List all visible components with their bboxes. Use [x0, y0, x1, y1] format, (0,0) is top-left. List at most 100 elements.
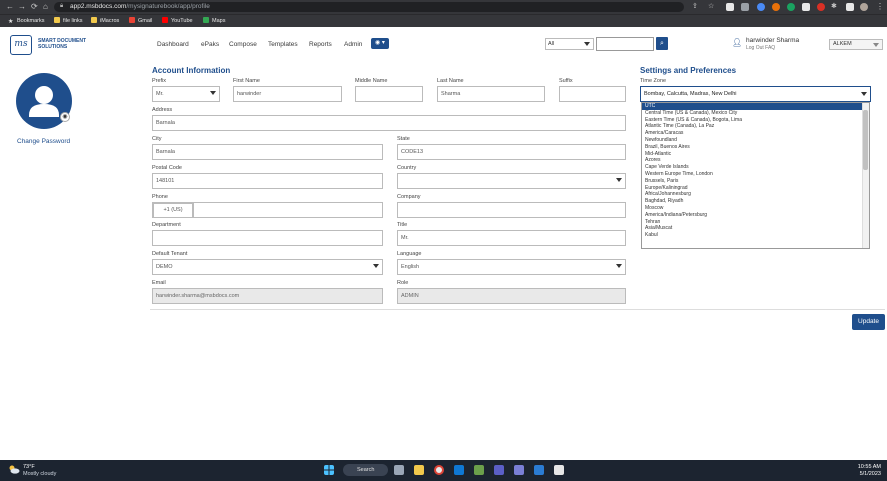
weather-temperature[interactable]: 73°F	[23, 464, 35, 470]
snipping-tool-icon[interactable]	[554, 465, 564, 475]
teams-icon[interactable]	[494, 465, 504, 475]
extension-icon[interactable]	[726, 3, 734, 11]
search-button[interactable]: ⌕	[656, 37, 668, 50]
user-links[interactable]: Log Out FAQ	[746, 45, 775, 51]
middle-name-field[interactable]	[355, 86, 423, 102]
search-scope-select[interactable]: All	[545, 38, 594, 50]
department-field[interactable]	[152, 230, 383, 246]
timezone-option[interactable]: Mid-Atlantic	[642, 151, 869, 158]
timezone-option[interactable]: Central Time (US & Canada), Mexico City	[642, 110, 869, 117]
timezone-option[interactable]: America/Indiana/Petersburg	[642, 212, 869, 219]
timezone-option[interactable]: Europe/Kaliningrad	[642, 185, 869, 192]
language-select[interactable]: English	[397, 259, 626, 275]
forward-icon[interactable]: →	[18, 2, 26, 12]
weather-description[interactable]: Mostly cloudy	[23, 471, 56, 477]
timezone-option[interactable]: Newfoundland	[642, 137, 869, 144]
timezone-option[interactable]: Baghdad, Riyadh	[642, 198, 869, 205]
title-field[interactable]: Mr.	[397, 230, 626, 246]
update-button[interactable]: Update	[852, 314, 885, 330]
suffix-field[interactable]	[559, 86, 626, 102]
teams-icon[interactable]	[514, 465, 524, 475]
timezone-option[interactable]: Moscow	[642, 205, 869, 212]
timezone-select[interactable]: Bombay, Calcutta, Madras, New Delhi	[640, 86, 871, 102]
middle-name-label: Middle Name	[355, 78, 388, 84]
outlook-icon[interactable]	[454, 465, 464, 475]
bookmark-item[interactable]: ★ Bookmarks	[8, 17, 45, 25]
back-icon[interactable]: ←	[6, 2, 14, 12]
timezone-option[interactable]: Brussels, Paris	[642, 178, 869, 185]
timezone-option[interactable]: Asia/Muscat	[642, 225, 869, 232]
file-explorer-icon[interactable]	[414, 465, 424, 475]
clock-time[interactable]: 10:55 AM	[858, 464, 881, 470]
share-icon[interactable]: ⇪	[692, 2, 698, 12]
bookmark-item[interactable]: Maps	[203, 17, 225, 25]
last-name-field[interactable]: Sharma	[437, 86, 545, 102]
timezone-scrollbar-thumb[interactable]	[863, 110, 868, 170]
puzzle-icon[interactable]: ✱	[831, 2, 837, 12]
phone-label: Phone	[152, 194, 168, 200]
reload-icon[interactable]: ⟳	[31, 2, 38, 12]
address-field[interactable]: Barnala	[152, 115, 626, 131]
timezone-option[interactable]: Kabul	[642, 232, 869, 239]
menu-kebab-icon[interactable]: ⋮	[876, 2, 884, 12]
title-label: Title	[397, 222, 408, 228]
camera-icon[interactable]: ◉	[60, 112, 70, 122]
taskbar-search[interactable]: Search	[343, 464, 388, 476]
prefix-select[interactable]: Mr.	[152, 86, 220, 102]
timezone-option[interactable]: America/Caracas	[642, 130, 869, 137]
extension-icon[interactable]	[802, 3, 810, 11]
address-bar[interactable]: 🔒︎ app2.msbdocs.com/mysignaturebook/app/…	[54, 2, 684, 12]
timezone-option[interactable]: UTC	[642, 103, 869, 110]
extension-icon[interactable]	[757, 3, 765, 11]
city-field[interactable]: Barnala	[152, 144, 383, 160]
nav-reports[interactable]: Reports	[309, 41, 332, 48]
bookmark-item[interactable]: file links	[54, 17, 83, 25]
photos-icon[interactable]	[474, 465, 484, 475]
timezone-option[interactable]: Africa/Johannesburg	[642, 191, 869, 198]
extension-icon[interactable]	[741, 3, 749, 11]
extension-icon[interactable]	[772, 3, 780, 11]
word-icon[interactable]	[534, 465, 544, 475]
extension-icon[interactable]	[787, 3, 795, 11]
star-icon[interactable]: ☆	[708, 2, 714, 12]
nav-dashboard[interactable]: Dashboard	[157, 41, 189, 48]
bookmark-item[interactable]: YouTube	[162, 17, 193, 25]
task-view-icon[interactable]	[394, 465, 404, 475]
home-icon[interactable]: ⌂	[43, 2, 48, 12]
windows-start-icon[interactable]	[324, 465, 334, 475]
timezone-option[interactable]: Tehran	[642, 219, 869, 226]
timezone-option[interactable]: Brazil, Buenos Aires	[642, 144, 869, 151]
timezone-option[interactable]: Atlantic Time (Canada), La Paz	[642, 123, 869, 130]
first-name-field[interactable]: harwinder	[233, 86, 342, 102]
sidepanel-icon[interactable]	[846, 3, 854, 11]
phone-divider	[193, 203, 194, 218]
timezone-option[interactable]: Western Europe Time, London	[642, 171, 869, 178]
nav-templates[interactable]: Templates	[268, 41, 298, 48]
timezone-option[interactable]: Cape Verde Islands	[642, 164, 869, 171]
extension-icon[interactable]	[817, 3, 825, 11]
language-label: Language	[397, 251, 422, 257]
search-input[interactable]	[596, 37, 654, 51]
nav-epaks[interactable]: ePaks	[201, 41, 219, 48]
timezone-option[interactable]: Eastern Time (US & Canada), Bogota, Lima	[642, 117, 869, 124]
tenant-select[interactable]: ALKEM	[829, 39, 883, 50]
nav-compose[interactable]: Compose	[229, 41, 257, 48]
company-logo[interactable]: ms	[10, 35, 32, 55]
chrome-icon[interactable]	[434, 465, 444, 475]
default-tenant-select[interactable]: DEMO	[152, 259, 383, 275]
country-select[interactable]	[397, 173, 626, 189]
role-label: Role	[397, 280, 409, 286]
bookmark-item[interactable]: iMacros	[91, 17, 119, 25]
change-password-link[interactable]: Change Password	[17, 138, 70, 145]
clock-date[interactable]: 5/1/2023	[860, 471, 881, 477]
language-globe-button[interactable]: ◉ ▾	[371, 38, 389, 49]
company-field[interactable]	[397, 202, 626, 218]
postal-code-field[interactable]: 148101	[152, 173, 383, 189]
state-field[interactable]: CODE13	[397, 144, 626, 160]
phone-country-code[interactable]: +1 (US)	[153, 203, 193, 218]
nav-admin[interactable]: Admin	[344, 41, 362, 48]
cloud-sun-icon[interactable]	[8, 465, 20, 474]
profile-avatar-icon[interactable]	[860, 3, 868, 11]
bookmark-item[interactable]: Gmail	[129, 17, 152, 25]
timezone-option[interactable]: Azores	[642, 157, 869, 164]
